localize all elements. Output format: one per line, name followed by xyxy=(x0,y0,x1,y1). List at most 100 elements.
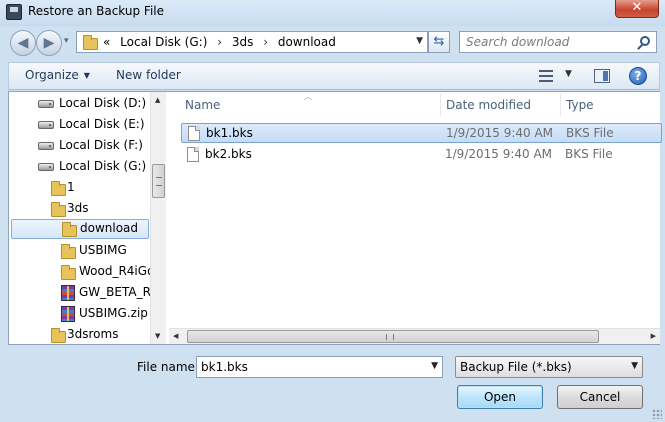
file-date: 1/9/2015 9:40 AM xyxy=(445,147,553,161)
scroll-down-arrow-icon[interactable]: ▼ xyxy=(155,332,160,340)
folder-icon xyxy=(51,328,66,343)
tree-item-label: 3dsroms xyxy=(67,327,119,341)
scrollbar-thumb[interactable] xyxy=(152,164,165,198)
file-name: bk1.bks xyxy=(206,126,253,140)
tree-item-zip-gw-beta[interactable]: GW_BETA_RE xyxy=(9,283,159,303)
file-icon xyxy=(188,126,200,141)
scroll-up-arrow-icon[interactable]: ▲ xyxy=(155,96,160,104)
file-type: BKS File xyxy=(565,147,613,161)
column-divider[interactable] xyxy=(560,94,561,116)
open-button[interactable]: Open xyxy=(457,385,543,409)
tree-item-folder-3dsroms[interactable]: 3dsroms xyxy=(9,325,149,344)
breadcrumb-download[interactable]: download xyxy=(278,35,336,49)
column-date-modified[interactable]: Date modified xyxy=(446,98,531,112)
back-button[interactable]: ◀ xyxy=(10,30,36,56)
refresh-button[interactable]: ⇆ xyxy=(428,31,450,53)
folder-icon xyxy=(61,265,76,280)
file-icon xyxy=(187,147,199,162)
file-type-select[interactable]: Backup File (*.bks) ▼ xyxy=(455,356,643,378)
app-icon xyxy=(6,4,22,20)
navigation-bar: ◀ ▶ ▾ « Local Disk (G:) › 3ds › download… xyxy=(0,26,665,60)
file-name-dropdown-icon[interactable]: ▼ xyxy=(431,361,438,371)
recent-locations-chevron-icon[interactable]: ▾ xyxy=(64,36,69,46)
browser-frame: Local Disk (D:) Local Disk (E:) Local Di… xyxy=(8,91,662,345)
address-bar[interactable]: « Local Disk (G:) › 3ds › download ▼ xyxy=(76,31,428,53)
scrollbar-thumb[interactable] xyxy=(187,330,599,343)
breadcrumb-separator-icon[interactable]: › xyxy=(263,35,268,49)
view-dropdown-icon[interactable]: ▼ xyxy=(565,69,572,79)
file-type-dropdown-icon[interactable]: ▼ xyxy=(631,361,638,371)
scroll-left-arrow-icon[interactable]: ◀ xyxy=(173,332,178,340)
drive-icon xyxy=(38,142,54,150)
resize-grip-icon[interactable] xyxy=(652,409,662,419)
column-divider[interactable] xyxy=(440,94,441,116)
navigation-pane: Local Disk (D:) Local Disk (E:) Local Di… xyxy=(9,92,166,344)
title-bar: Restore an Backup File ✕ xyxy=(0,0,665,26)
column-header: ︿ Name Date modified Type xyxy=(169,92,660,118)
file-row[interactable]: bk2.bks 1/9/2015 9:40 AM BKS File xyxy=(181,145,662,165)
cancel-button[interactable]: Cancel xyxy=(557,385,643,409)
tree-item-local-disk-g[interactable]: Local Disk (G:) xyxy=(9,157,149,177)
help-icon[interactable]: ? xyxy=(629,67,647,85)
folder-icon xyxy=(61,244,76,259)
drive-icon xyxy=(38,100,54,108)
file-name-combobox[interactable]: ▼ xyxy=(196,356,443,378)
tree-item-label: USBIMG xyxy=(79,243,127,257)
tree-item-local-disk-e[interactable]: Local Disk (E:) xyxy=(9,115,149,135)
organize-caret-icon: ▼ xyxy=(83,71,90,80)
tree-item-local-disk-d[interactable]: Local Disk (D:) xyxy=(9,94,149,114)
tree-item-folder-download[interactable]: download xyxy=(11,219,149,239)
address-dropdown-icon[interactable]: ▼ xyxy=(416,36,423,46)
breadcrumb-local-disk-g[interactable]: Local Disk (G:) xyxy=(120,35,207,49)
file-name-label: File name: xyxy=(137,360,199,374)
tree-item-folder-wood[interactable]: Wood_R4iGo xyxy=(9,262,154,282)
zip-archive-icon xyxy=(61,306,75,322)
tree-item-label: Local Disk (F:) xyxy=(59,138,143,152)
tree-item-zip-usbimg[interactable]: USBIMG.zip xyxy=(9,304,149,324)
search-icon[interactable] xyxy=(640,36,650,46)
tree-item-label: USBIMG.zip xyxy=(79,306,148,320)
folder-icon xyxy=(83,35,98,50)
new-folder-button[interactable]: New folder xyxy=(116,68,181,82)
forward-button[interactable]: ▶ xyxy=(36,30,62,56)
tree-item-label: Local Disk (E:) xyxy=(59,117,145,131)
file-row[interactable]: bk1.bks 1/9/2015 9:40 AM BKS File xyxy=(181,123,662,143)
breadcrumb-overflow[interactable]: « xyxy=(103,35,110,49)
tree-item-folder-usbimg[interactable]: USBIMG xyxy=(9,241,149,261)
column-name[interactable]: Name xyxy=(185,98,220,112)
breadcrumb-separator-icon[interactable]: › xyxy=(217,35,222,49)
window-title: Restore an Backup File xyxy=(28,4,165,18)
drive-icon xyxy=(38,163,54,171)
view-options-icon[interactable] xyxy=(539,70,553,82)
search-box[interactable] xyxy=(459,31,657,53)
search-input[interactable] xyxy=(466,35,636,49)
preview-pane-icon[interactable] xyxy=(594,69,610,83)
tree-item-folder-3ds[interactable]: 3ds xyxy=(9,199,149,219)
close-button[interactable]: ✕ xyxy=(615,0,659,18)
breadcrumb: « Local Disk (G:) › 3ds › download xyxy=(103,35,342,49)
tree-item-label: Local Disk (D:) xyxy=(59,96,147,110)
tree-item-label: 3ds xyxy=(67,201,89,215)
scroll-right-arrow-icon[interactable]: ▶ xyxy=(651,332,656,340)
file-type: BKS File xyxy=(566,126,614,140)
file-name: bk2.bks xyxy=(205,147,252,161)
breadcrumb-3ds[interactable]: 3ds xyxy=(232,35,254,49)
tree-item-label: Wood_R4iGo xyxy=(79,264,155,278)
column-type[interactable]: Type xyxy=(566,98,594,112)
file-type-value: Backup File (*.bks) xyxy=(460,360,572,374)
organize-button[interactable]: Organize ▼ xyxy=(25,68,90,82)
file-date: 1/9/2015 9:40 AM xyxy=(446,126,554,140)
file-list: ︿ Name Date modified Type bk1.bks 1/9/20… xyxy=(169,92,662,344)
command-toolbar: Organize ▼ New folder ▼ ? xyxy=(8,62,660,90)
file-name-input[interactable] xyxy=(201,360,421,374)
tree-item-folder-1[interactable]: 1 xyxy=(9,178,149,198)
tree-item-label: GW_BETA_RE xyxy=(79,285,159,299)
navigation-pane-scrollbar[interactable]: ▲ ▼ xyxy=(150,92,166,344)
tree-item-local-disk-f[interactable]: Local Disk (F:) xyxy=(9,136,149,156)
file-list-scrollbar[interactable]: ◀ ▶ xyxy=(169,328,660,344)
sort-arrow-icon: ︿ xyxy=(304,92,312,101)
drive-icon xyxy=(38,121,54,129)
tree-item-label: Local Disk (G:) xyxy=(59,159,147,173)
folder-icon xyxy=(51,202,66,217)
zip-archive-icon xyxy=(61,285,75,301)
